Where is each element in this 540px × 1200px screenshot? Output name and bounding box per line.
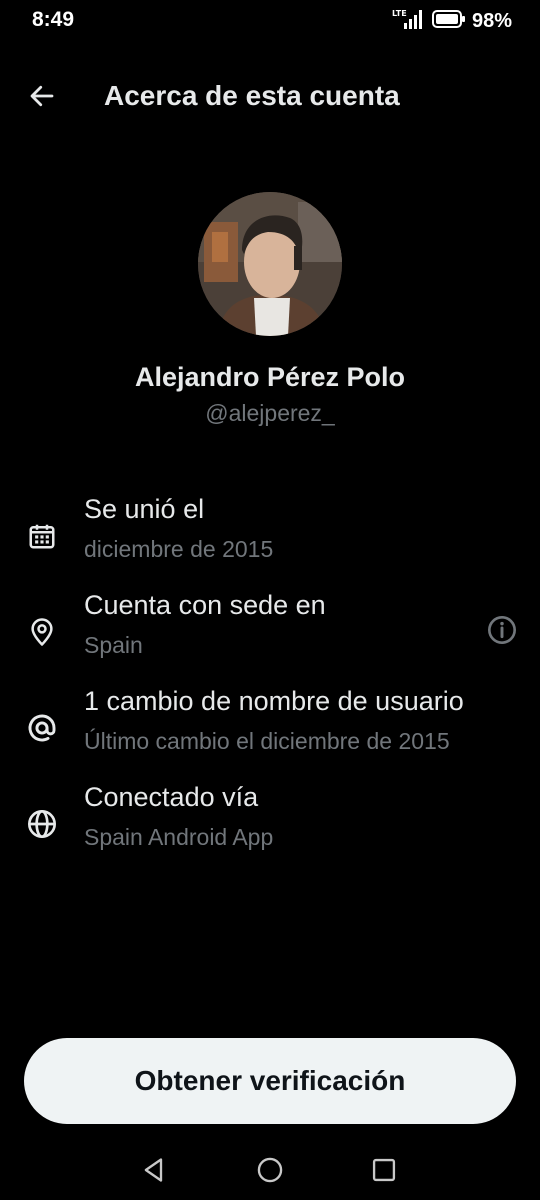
account-location-label: Cuenta con sede en [84,590,326,620]
back-button[interactable] [22,78,62,118]
status-indicators: LTE 98% [392,8,512,35]
joined-date-row: Se unió el diciembre de 2015 [0,494,540,584]
network-type: LTE [392,9,407,18]
status-bar: 8:49 LTE 98% [0,0,540,40]
account-location-row: Cuenta con sede en Spain [0,590,540,680]
location-pin-icon [24,614,60,650]
recents-square-icon[interactable] [368,1154,400,1186]
at-sign-icon [24,710,60,746]
battery-percentage: 98% [471,10,512,32]
arrow-left-icon [27,81,57,116]
calendar-icon [24,518,60,554]
signal-icon: LTE [392,8,426,35]
joined-date-value: diciembre de 2015 [84,536,274,562]
username-change-value: Último cambio el diciembre de 2015 [84,728,450,754]
joined-date-label: Se unió el [84,494,205,524]
avatar[interactable] [198,192,342,336]
username-change-row: 1 cambio de nombre de usuario Último cam… [0,686,540,776]
battery-icon [431,9,466,34]
header: Acerca de esta cuenta [0,70,540,126]
connected-via-value: Spain Android App [84,824,274,850]
status-time: 8:49 [32,8,75,31]
connected-via-row: Conectado vía Spain Android App [0,782,540,872]
profile-handle: @alejperez_ [205,400,335,426]
system-nav-bar [0,1140,540,1200]
username-change-label: 1 cambio de nombre de usuario [84,686,464,716]
connected-via-label: Conectado vía [84,782,259,812]
info-icon[interactable] [484,612,520,648]
globe-icon [24,806,60,842]
back-triangle-icon[interactable] [138,1154,170,1186]
page-title: Acerca de esta cuenta [104,80,400,111]
get-verified-button[interactable]: Obtener verificación [24,1038,516,1124]
profile-name: Alejandro Pérez Polo [134,362,406,392]
avatar-image [198,192,342,336]
home-circle-icon[interactable] [254,1154,286,1186]
account-location-value: Spain [84,632,143,658]
